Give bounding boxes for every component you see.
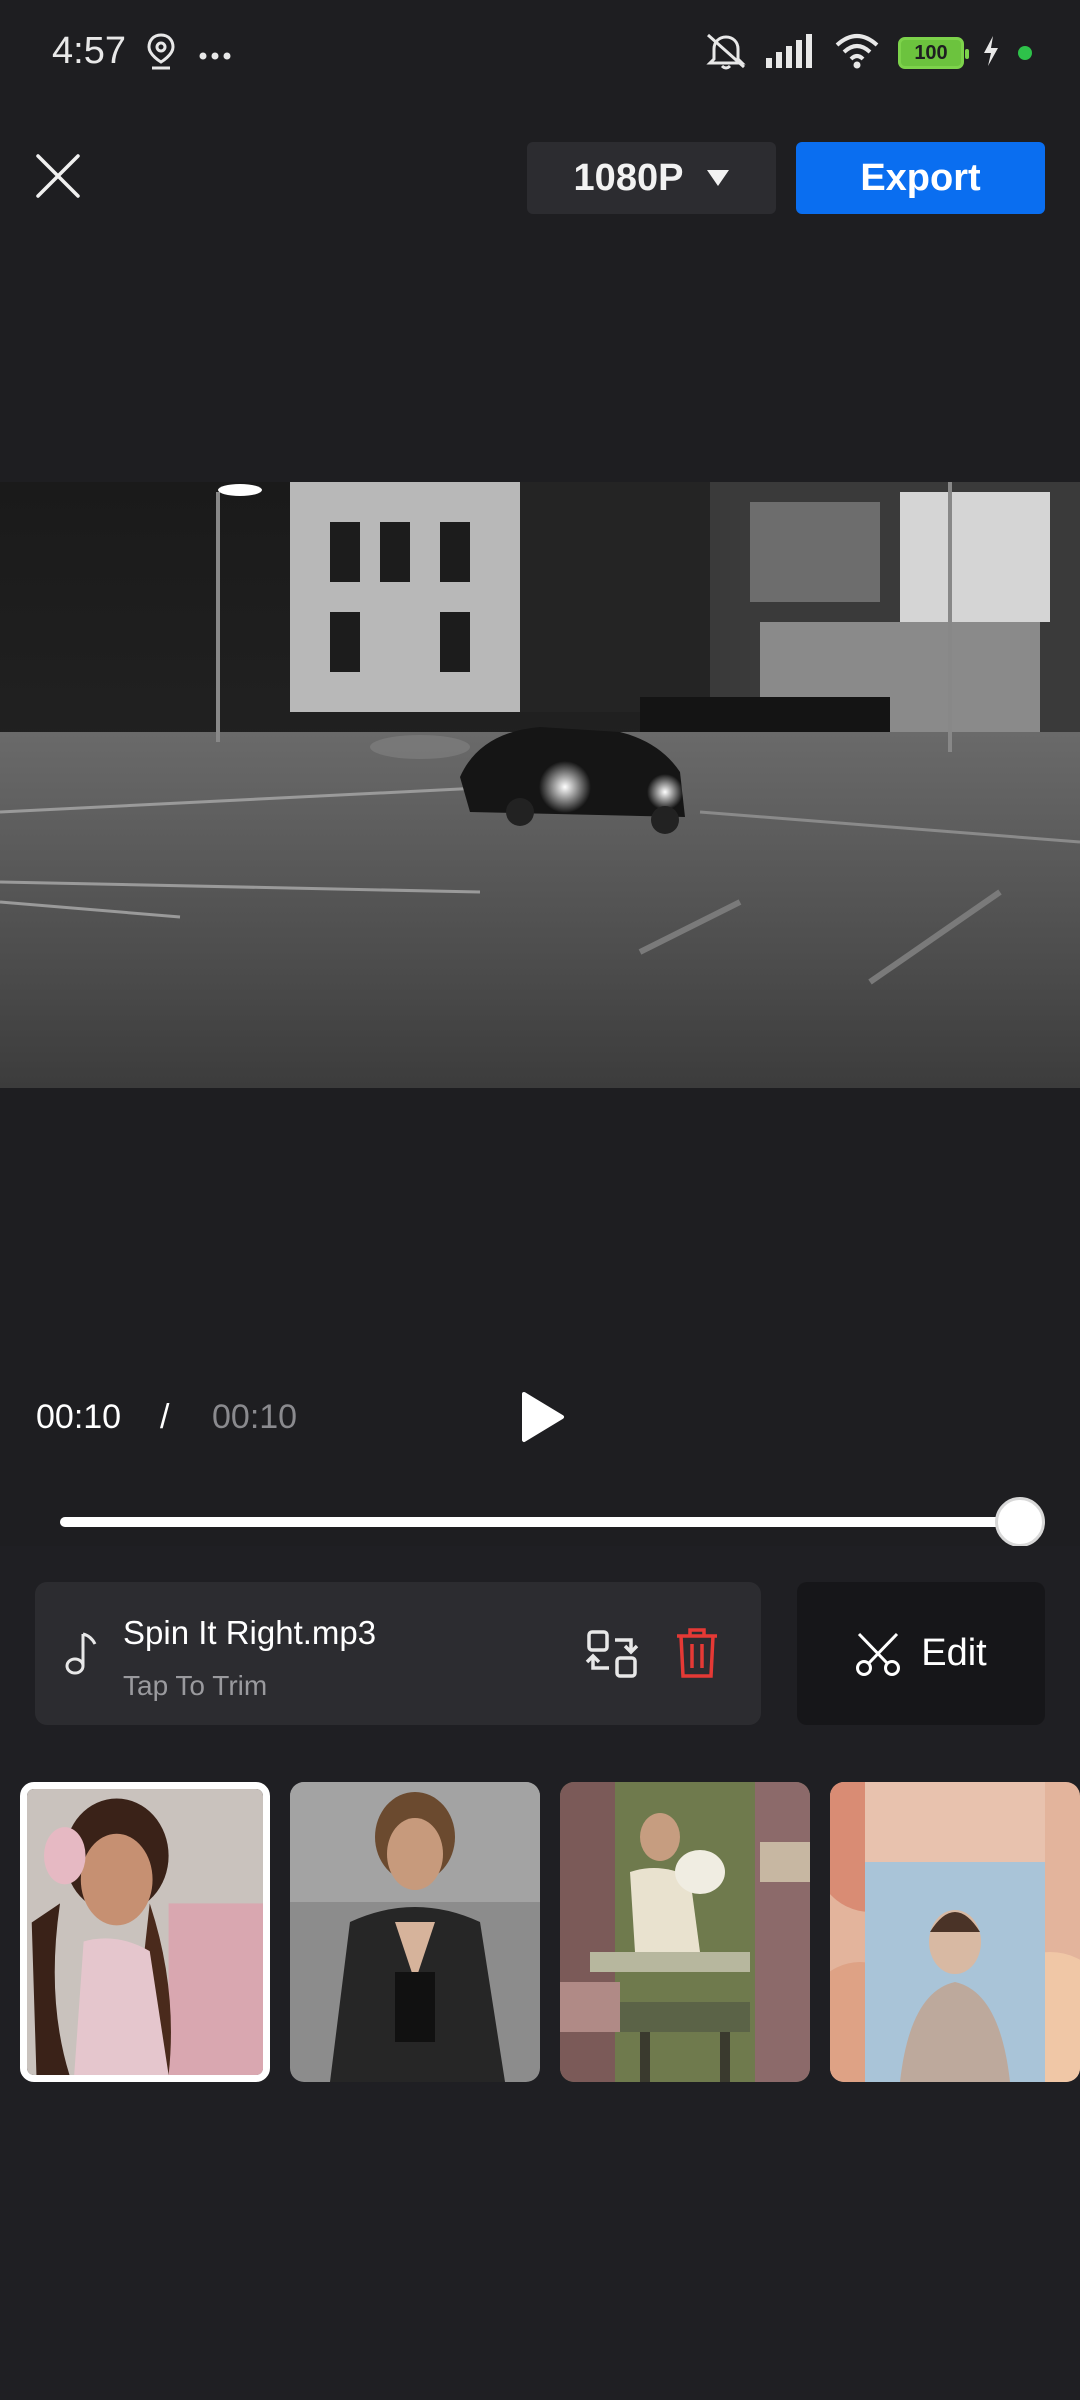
video-frame — [0, 482, 1080, 1088]
resolution-label: 1080P — [573, 156, 684, 199]
export-button[interactable]: Export — [796, 142, 1045, 214]
dropdown-triangle-icon — [707, 170, 730, 186]
playback-progress-slider[interactable] — [60, 1497, 1045, 1547]
progress-thumb[interactable] — [995, 1497, 1045, 1547]
playback-row: 00:10 / 00:10 — [0, 1390, 1080, 1450]
delete-music-icon[interactable] — [675, 1626, 719, 1680]
location-pin-icon — [146, 32, 176, 77]
music-note-icon — [61, 1628, 101, 1678]
thumbnail-2-image — [290, 1782, 540, 2082]
status-time: 4:57 — [52, 30, 126, 72]
current-time: 00:10 — [36, 1398, 122, 1436]
thumbnail-1-image — [27, 1789, 263, 2075]
music-track-card[interactable]: Spin It Right.mp3 Tap To Trim — [35, 1582, 761, 1725]
battery-icon: 100 — [898, 37, 969, 69]
music-title: Spin It Right.mp3 — [123, 1614, 377, 1651]
template-thumbnail-strip — [20, 1782, 1080, 2088]
close-icon[interactable] — [30, 148, 86, 204]
scissors-icon — [855, 1631, 901, 1677]
privacy-indicator-dot — [1018, 46, 1032, 60]
status-icons: 100 — [704, 30, 1032, 76]
replace-music-icon[interactable] — [585, 1628, 639, 1680]
thumbnail-3[interactable] — [560, 1782, 810, 2082]
time-separator: / — [160, 1398, 170, 1436]
trim-hint: Tap To Trim — [123, 1670, 268, 1701]
top-toolbar: 1080P Export — [0, 130, 1080, 220]
edit-label: Edit — [921, 1632, 987, 1674]
thumbnail-1[interactable] — [20, 1782, 270, 2082]
thumbnail-3-image — [560, 1782, 810, 2082]
wifi-icon — [834, 33, 880, 74]
status-bar: 4:57 100 — [0, 0, 1080, 110]
video-preview[interactable] — [0, 482, 1080, 1088]
play-icon[interactable] — [518, 1390, 566, 1444]
total-time: 00:10 — [212, 1398, 298, 1436]
thumbnail-4-image — [830, 1782, 1080, 2082]
thumbnail-2[interactable] — [290, 1782, 540, 2082]
charging-icon — [982, 35, 1000, 71]
resolution-dropdown[interactable]: 1080P — [527, 142, 776, 214]
progress-fill — [60, 1517, 1020, 1527]
mute-icon — [704, 31, 748, 76]
more-dots-icon — [198, 48, 232, 66]
edit-button[interactable]: Edit — [797, 1582, 1045, 1725]
signal-icon — [766, 33, 816, 73]
thumbnail-4[interactable] — [830, 1782, 1080, 2082]
battery-level: 100 — [914, 41, 948, 64]
